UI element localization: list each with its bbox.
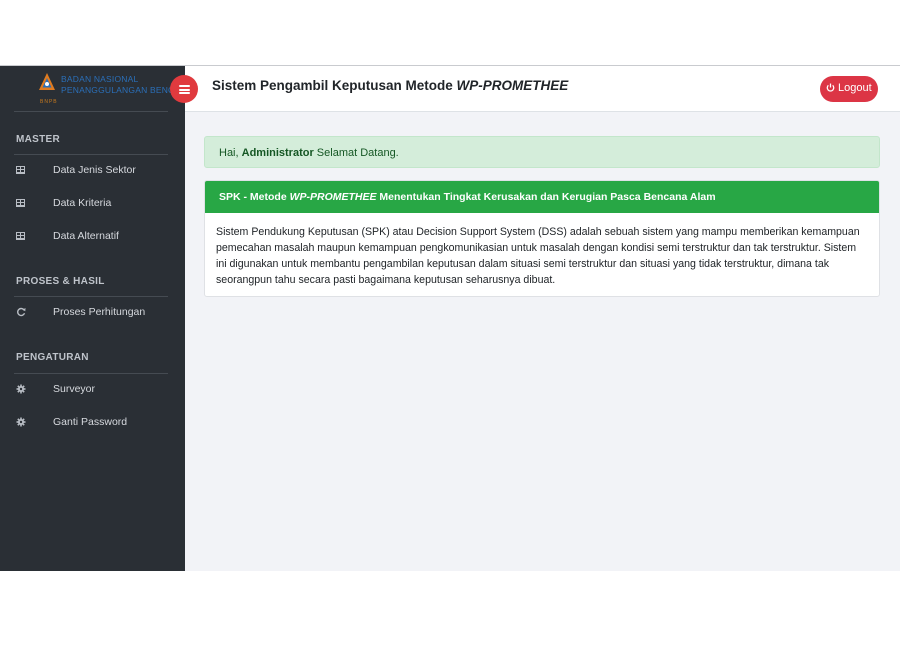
card-header: SPK - Metode WP-PROMETHEE Menentukan Tin… <box>205 181 879 213</box>
sidebar-item-label: Surveyor <box>53 383 96 395</box>
alert-username: Administrator <box>241 147 314 159</box>
sidebar-item-label: Data Alternatif <box>53 230 119 242</box>
gear-icon <box>16 417 26 427</box>
logout-label: Logout <box>838 82 872 94</box>
card-title-prefix: SPK - Metode <box>219 191 290 203</box>
page-title: Sistem Pengambil Keputusan Metode WP-PRO… <box>212 78 568 93</box>
power-icon <box>826 83 835 92</box>
topbar: Sistem Pengambil Keputusan Metode WP-PRO… <box>185 66 900 112</box>
section-title-master: MASTER <box>16 134 61 145</box>
sidebar-item-proses-perhitungan[interactable]: Proses Perhitungan <box>0 301 185 327</box>
app-window: BADAN NASIONAL PENANGGULANGAN BENCANA BN… <box>0 65 900 571</box>
page-title-prefix: Sistem Pengambil Keputusan Metode <box>212 78 457 93</box>
alert-message: Selamat Datang. <box>313 147 399 159</box>
brand-logo[interactable]: BADAN NASIONAL PENANGGULANGAN BENCANA BN… <box>14 66 192 112</box>
sidebar-item-label: Data Kriteria <box>53 197 112 209</box>
alert-greeting: Hai, <box>219 147 242 159</box>
sidebar-item-data-jenis-sektor[interactable]: Data Jenis Sektor <box>0 159 185 185</box>
sidebar-item-surveyor[interactable]: Surveyor <box>0 378 185 404</box>
sidebar-item-data-kriteria[interactable]: Data Kriteria <box>0 192 185 218</box>
section-title-pengaturan: PENGATURAN <box>16 352 89 363</box>
logout-button[interactable]: Logout <box>820 76 878 102</box>
divider <box>14 154 168 155</box>
section-title-proses-hasil: PROSES & HASIL <box>16 276 105 287</box>
menu-icon <box>179 88 190 91</box>
sidebar-item-data-alternatif[interactable]: Data Alternatif <box>0 225 185 251</box>
menu-icon <box>179 92 190 94</box>
sidebar: BADAN NASIONAL PENANGGULANGAN BENCANA BN… <box>0 66 192 571</box>
card-body-text: Sistem Pendukung Keputusan (SPK) atau De… <box>216 226 860 286</box>
sidebar-toggle-button[interactable] <box>170 75 198 103</box>
card-title-suffix: Menentukan Tingkat Kerusakan dan Kerugia… <box>376 191 716 203</box>
table-icon <box>16 198 26 208</box>
brand-abbrev: BNPB <box>40 99 58 105</box>
info-card: SPK - Metode WP-PROMETHEE Menentukan Tin… <box>204 180 880 297</box>
bnpb-emblem-icon <box>39 73 55 90</box>
sidebar-item-label: Proses Perhitungan <box>53 306 146 318</box>
welcome-alert: Hai, Administrator Selamat Datang. <box>204 136 880 168</box>
gear-icon <box>16 384 26 394</box>
sidebar-item-label: Data Jenis Sektor <box>53 164 136 176</box>
table-icon <box>16 231 26 241</box>
sidebar-item-label: Ganti Password <box>53 416 128 428</box>
sidebar-item-ganti-password[interactable]: Ganti Password <box>0 411 185 437</box>
table-icon <box>16 165 26 175</box>
refresh-icon <box>16 307 26 317</box>
divider <box>14 296 168 297</box>
divider <box>14 373 168 374</box>
page-title-method: WP-PROMETHEE <box>456 78 569 93</box>
main-content: Hai, Administrator Selamat Datang. SPK -… <box>185 112 900 571</box>
menu-icon <box>179 85 190 87</box>
card-title-method: WP-PROMETHEE <box>289 191 377 203</box>
